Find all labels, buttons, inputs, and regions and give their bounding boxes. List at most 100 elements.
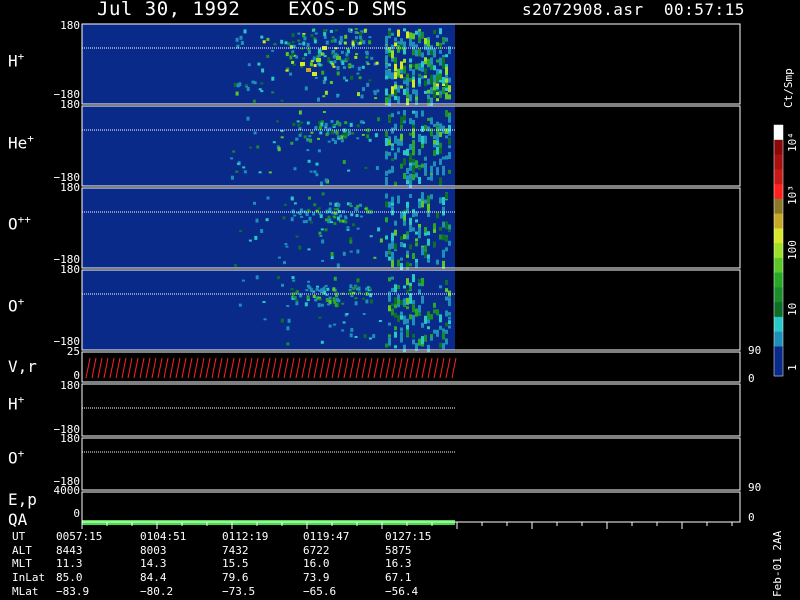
spectrogram-cell xyxy=(427,78,430,85)
spectrogram-cell xyxy=(328,218,332,222)
spectrogram-cell xyxy=(388,305,391,312)
spectrogram-cell xyxy=(260,82,264,85)
y-tick: 180 xyxy=(60,181,80,194)
spectrogram-cell xyxy=(377,227,381,232)
spectrogram-cell xyxy=(430,334,433,338)
spectrogram-cell xyxy=(260,229,264,233)
spectrogram-cell xyxy=(433,49,436,58)
spectrogram-cell xyxy=(406,148,409,156)
spectrogram-cell xyxy=(385,55,388,64)
spectrogram-cell xyxy=(442,77,445,84)
spectrogram-cell xyxy=(286,305,290,307)
spectrogram-cell xyxy=(265,218,269,222)
spectrogram-cell xyxy=(354,301,358,306)
spectrogram-cell xyxy=(318,125,322,130)
spectrogram-cell xyxy=(415,49,418,57)
spectrogram-cell xyxy=(403,28,406,32)
spectrogram-cell xyxy=(448,240,451,246)
spectrogram-cell xyxy=(323,35,327,39)
spectrogram-cell xyxy=(424,156,427,161)
spectrogram-cell xyxy=(388,322,391,326)
spectrogram-bg xyxy=(82,106,455,186)
spectrogram-cell xyxy=(418,201,421,209)
spectrogram-cell xyxy=(406,231,409,235)
spectrogram-cell xyxy=(262,301,266,303)
spectrogram-cell xyxy=(368,138,372,142)
spectrogram-cell xyxy=(317,149,321,153)
panel-label-o-plus-line: O+ xyxy=(8,447,25,468)
spectrogram-cell xyxy=(394,152,397,160)
spectrogram-cell xyxy=(421,192,424,198)
spectrogram-cell xyxy=(368,36,372,39)
spectrogram-cell xyxy=(421,295,424,304)
spectrogram-cell xyxy=(445,54,448,58)
spectrogram-cell xyxy=(403,110,406,114)
spectrogram-cell xyxy=(391,251,394,260)
spectrogram-cell xyxy=(421,336,424,345)
spectrogram-cell xyxy=(433,161,436,167)
colorbar-swatch xyxy=(774,228,783,244)
spectrogram-cell xyxy=(355,36,358,40)
axis-row: InLat 85.0 84.4 79.6 73.9 67.1 xyxy=(0,571,460,584)
spectrogram-cell xyxy=(385,217,388,223)
spectrogram-cell xyxy=(290,141,294,145)
spectrogram-cell xyxy=(356,137,360,140)
spectrogram-cell xyxy=(406,168,409,174)
spectrogram-cell xyxy=(256,145,260,149)
spectrogram-cell xyxy=(356,227,360,230)
spectrogram-cell xyxy=(327,140,331,143)
spectrogram-cell xyxy=(304,53,308,57)
spectrogram-cell xyxy=(324,228,328,232)
spectrogram-cell xyxy=(424,135,427,144)
spectrogram-cell xyxy=(292,296,296,299)
colorbar xyxy=(773,124,784,377)
spectrogram-cell xyxy=(409,165,412,171)
spectrogram-cell xyxy=(349,205,353,208)
spectrogram-cell xyxy=(409,144,412,150)
spectrogram-cell xyxy=(340,139,344,143)
axis-value: 5875 xyxy=(385,544,412,557)
spectrogram-cell xyxy=(324,122,328,127)
spectrogram-cell xyxy=(424,90,427,94)
spectrogram-cell xyxy=(388,250,391,255)
spectrogram-cell xyxy=(236,162,240,165)
spectrogram-cell xyxy=(292,63,296,66)
spectrogram-cell xyxy=(266,37,270,41)
spectrogram-cell xyxy=(254,235,258,240)
spectrogram-cell xyxy=(291,50,295,54)
spectrogram-cell xyxy=(339,38,343,43)
spectrogram-cell xyxy=(385,343,388,348)
spectrogram-cell xyxy=(356,72,360,75)
spectrogram-cell xyxy=(403,298,406,306)
spectrogram-cell xyxy=(277,147,281,152)
spectrogram-cell xyxy=(394,345,397,349)
axis-value: 84.4 xyxy=(140,571,167,584)
spectrogram-cell xyxy=(255,275,259,280)
spectrogram-cell xyxy=(322,111,326,113)
spectrogram-cell xyxy=(436,259,439,265)
spectrogram-cell xyxy=(346,228,350,231)
spectrogram-cell xyxy=(433,309,436,314)
spectrogram-cell xyxy=(345,313,349,315)
spectrogram-cell xyxy=(343,76,346,80)
spectrogram-cell xyxy=(350,75,354,80)
spectrogram-cell xyxy=(358,291,361,294)
spectrogram-cell xyxy=(418,48,421,57)
spectrogram-cell xyxy=(355,53,358,56)
spectrogram-cell xyxy=(333,276,337,281)
spectrogram-cell xyxy=(248,239,252,242)
spectrogram-cell xyxy=(344,136,347,139)
spectrogram-cell xyxy=(362,297,365,300)
colorbar-swatch xyxy=(774,198,783,215)
spectrogram-cell xyxy=(373,256,377,259)
spectrogram-cell xyxy=(445,110,448,117)
axis-row-label: MLat xyxy=(12,585,39,598)
spectrogram-cell xyxy=(360,215,363,218)
spectrogram-cell xyxy=(322,95,326,98)
spectrogram-cell xyxy=(358,41,362,45)
spectrogram-cell xyxy=(258,88,262,91)
spectrogram-cell xyxy=(424,75,427,79)
spectrogram-cell xyxy=(430,57,433,65)
axis-value: 7432 xyxy=(222,544,249,557)
spectrogram-cell xyxy=(427,89,430,94)
